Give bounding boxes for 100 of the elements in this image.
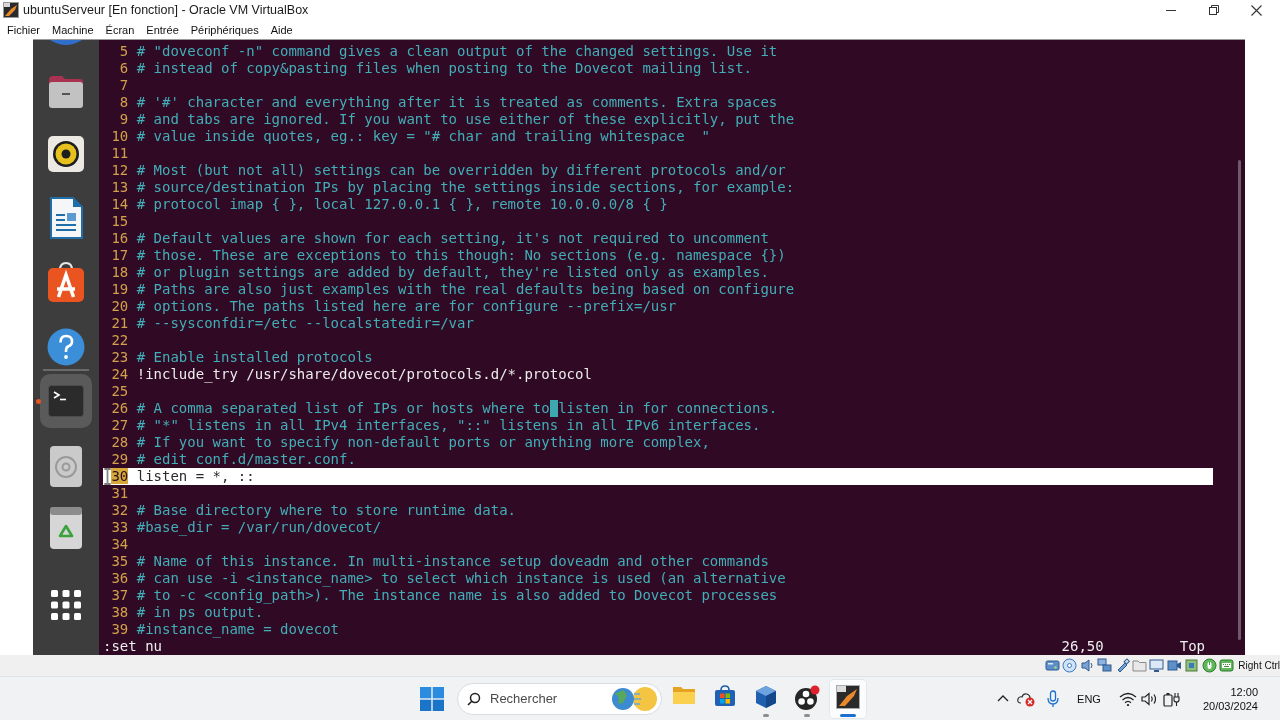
taskbar-app-button[interactable]: [829, 678, 867, 719]
menu-item[interactable]: Écran: [99, 21, 141, 38]
line-number: 35: [111, 553, 129, 569]
mouse-icon[interactable]: [1201, 658, 1217, 673]
restore-icon: [1208, 5, 1219, 15]
line-number: 13: [111, 179, 129, 195]
help-icon: [47, 328, 85, 366]
comment-line: # A comma separated list of IPs or hosts where to: [136, 400, 550, 417]
folder-icon[interactable]: [1131, 658, 1147, 673]
microphone-icon[interactable]: [1047, 689, 1060, 708]
dock-item[interactable]: [51, 590, 81, 620]
cube-icon: [754, 684, 778, 709]
shopping-bag-icon: [714, 684, 736, 707]
terminal-icon: [48, 385, 84, 417]
comment-line: # can use -i <instance_name> to select which instance is used (an alternative: [136, 570, 786, 587]
line-number: 14: [111, 196, 129, 212]
line-number: 32: [111, 502, 129, 518]
comment-line: # options. The paths listed here are for configure --prefix=/usr: [136, 298, 677, 315]
comment-line: # instead of copy&pasting files when posting to the Dovecot mailing list.: [136, 60, 752, 77]
clock-time: 12:00: [1230, 684, 1258, 699]
line-number: 33: [111, 519, 129, 535]
language-indicator[interactable]: ENG: [1077, 692, 1101, 705]
dock-item[interactable]: [49, 506, 83, 550]
cloud-error-icon[interactable]: [1017, 690, 1036, 707]
running-dot-icon: [36, 398, 41, 404]
vm-logo-icon: [836, 684, 860, 709]
chevron-up-icon: [997, 695, 1010, 702]
search-icon: [467, 691, 481, 706]
comment-line: # "*" listens in all IPv4 interfaces, "::" listens in all IPv6 interfaces.: [136, 417, 761, 434]
line-number: 27: [111, 417, 129, 433]
code-line: !include_try /usr/share/dovecot/protocols.d/*.protocol: [136, 366, 592, 383]
dock-item[interactable]: [47, 73, 85, 109]
vim-command: :set nu: [103, 638, 162, 655]
video-camera-icon[interactable]: [1166, 658, 1182, 673]
menu-item[interactable]: Aide: [264, 21, 299, 38]
windows-logo-icon: [420, 686, 444, 711]
trash-icon: [49, 506, 83, 550]
globe-and-sun-icon: [609, 684, 657, 713]
comment-line: # those. These are exceptions to this though: No sections (e.g. namespace {}): [136, 247, 786, 264]
app-grid-icon: [51, 590, 81, 620]
screens-icon[interactable]: [1097, 658, 1113, 673]
menu-item[interactable]: Entrée: [140, 21, 185, 38]
comment-line: # to -c <config_path>). The instance name is also added to Dovecot processes: [136, 587, 778, 604]
line-number: 12: [111, 162, 129, 178]
comment-line: # --sysconfdir=/etc --localstatedir=/var: [136, 315, 474, 332]
dock-item[interactable]: [49, 445, 83, 488]
line-number: 26: [111, 400, 129, 416]
speaker-icon: [47, 135, 85, 173]
line-number: 20: [111, 298, 129, 314]
keyboard-icon[interactable]: [1218, 658, 1234, 673]
line-number: 38: [111, 604, 129, 620]
comment-line: # protocol imap { }, local 127.0.0.1 { }, remote 10.0.0.0/8 { }: [136, 196, 668, 213]
menu-item[interactable]: Machine: [46, 21, 100, 38]
close-icon: [1251, 4, 1262, 16]
line-number: 6: [119, 60, 129, 76]
comment-line: # in ps output.: [136, 604, 264, 621]
comment-line: # source/destination IPs by placing the settings inside sections, for example:: [136, 179, 795, 196]
scrollbar-thumb[interactable]: [1238, 160, 1241, 640]
dock-item[interactable]: [49, 197, 83, 239]
line-number: 37: [111, 587, 129, 603]
chip-icon[interactable]: [1184, 658, 1200, 673]
line-number: 11: [111, 145, 129, 161]
menu-item[interactable]: Fichier: [1, 21, 46, 38]
host-key-label: Right Ctrl: [1238, 660, 1280, 671]
comment-line: # If you want to specify non-default ports or anything more complex,: [136, 434, 710, 451]
comment-line: #instance_name = dovecot: [136, 621, 339, 638]
line-number: 15: [111, 213, 129, 229]
line-number: 17: [111, 247, 129, 263]
line-number: 21: [111, 315, 129, 331]
clock-date: 20/03/2024: [1202, 698, 1258, 713]
window-title: ubuntuServeur [En fonction] - Oracle VM VirtualBox: [23, 3, 309, 17]
line-number: 9: [119, 111, 129, 127]
dock-item[interactable]: [47, 135, 85, 173]
cursor-position: 26,50: [1061, 638, 1104, 655]
line-number: 28: [111, 434, 129, 450]
comment-line: # Base directory where to store runtime data.: [136, 502, 516, 519]
comment-line: # Paths are also just examples with the real defaults being based on configure: [136, 281, 795, 298]
monitor-icon[interactable]: [1149, 658, 1165, 673]
line-number: 7: [119, 77, 129, 93]
menu-item[interactable]: Périphériques: [184, 21, 265, 38]
disc-icon[interactable]: [1062, 658, 1078, 673]
dock-item[interactable]: [47, 328, 85, 366]
comment-line: listen in for connections.: [558, 400, 778, 417]
code-line: listen = *, ::: [136, 468, 255, 485]
line-number: 10: [111, 128, 129, 144]
comment-line: # "doveconf -n" command gives a clean output of the changed settings. Use it: [136, 43, 778, 60]
speaker-icon[interactable]: [1140, 691, 1158, 706]
line-number: 30: [111, 468, 129, 484]
line-number: 19: [111, 281, 129, 297]
comment-line: # edit conf.d/master.conf.: [136, 451, 356, 468]
comment-line: # value inside quotes, eg.: key = "# char and trailing whitespace ": [136, 128, 710, 145]
dock-item[interactable]: [47, 261, 85, 303]
comment-line: #base_dir = /var/run/dovecot/: [136, 519, 382, 536]
comment-line: # Name of this instance. In multi-instance setup doveadm and other commands: [136, 553, 769, 570]
battery-charging-icon[interactable]: [1162, 690, 1181, 707]
line-number: 16: [111, 230, 129, 246]
line-number: 5: [119, 43, 129, 59]
line-number: 8: [119, 94, 129, 110]
wifi-icon[interactable]: [1118, 691, 1137, 706]
shopping-bag-icon: [47, 261, 85, 303]
